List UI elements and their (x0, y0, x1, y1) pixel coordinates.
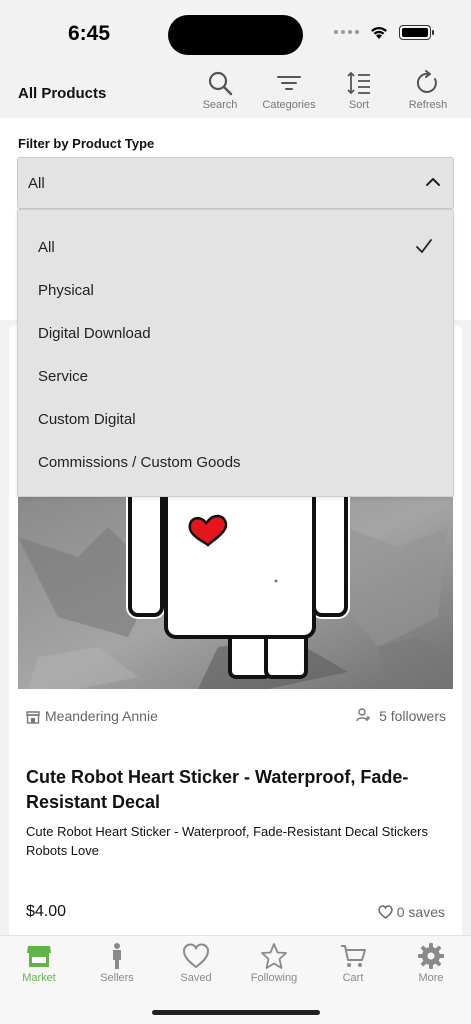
categories-icon (277, 76, 301, 90)
sort-label: Sort (348, 99, 370, 111)
search-icon (208, 71, 233, 96)
chevron-up-icon (426, 178, 440, 186)
signal-icon (334, 30, 359, 34)
app-header: All Products Search Categories Sort Refr… (0, 62, 471, 118)
status-time: 6:45 (68, 22, 111, 45)
search-label: Search (202, 99, 238, 111)
followers-count: 5 followers (356, 708, 446, 724)
select-value: All (28, 175, 45, 192)
heart-icon (182, 943, 210, 969)
followers-label: 5 followers (379, 708, 446, 724)
option-commissions[interactable]: Commissions / Custom Goods (18, 442, 453, 482)
save-button[interactable]: 0 saves (378, 904, 445, 920)
option-label: Commissions / Custom Goods (38, 454, 241, 471)
status-indicators (334, 24, 434, 40)
saves-count: 0 saves (396, 904, 445, 920)
option-label: Digital Download (38, 325, 151, 342)
categories-label: Categories (262, 99, 316, 111)
tab-label: Saved (180, 972, 212, 984)
seller-name[interactable]: Meandering Annie (45, 708, 158, 724)
checkmark-icon (416, 239, 432, 253)
status-bar: 6:45 (0, 0, 471, 62)
option-service[interactable]: Service (18, 356, 453, 396)
store-icon (26, 711, 40, 724)
seller-row: Meandering Annie 5 followers (26, 708, 446, 730)
search-button[interactable]: Search (188, 70, 252, 118)
heart-outline-icon (378, 905, 393, 919)
option-label: Service (38, 368, 89, 385)
tab-sellers[interactable]: Sellers (78, 942, 156, 992)
sellers-icon (113, 943, 121, 969)
option-label: Custom Digital (38, 411, 136, 428)
refresh-button[interactable]: Refresh (396, 70, 460, 118)
tab-more[interactable]: More (392, 942, 470, 992)
refresh-icon (416, 70, 437, 93)
wifi-icon (371, 27, 387, 39)
option-digital-download[interactable]: Digital Download (18, 313, 453, 353)
option-label: Physical (38, 282, 94, 299)
tab-saved[interactable]: Saved (157, 942, 235, 992)
option-all[interactable]: All (18, 227, 453, 267)
tab-cart[interactable]: Cart (314, 942, 392, 992)
product-description: Cute Robot Heart Sticker - Waterproof, F… (26, 824, 428, 858)
star-icon (261, 943, 287, 969)
page-title: All Products (18, 85, 107, 102)
home-indicator[interactable] (152, 1010, 320, 1015)
refresh-label: Refresh (408, 99, 448, 111)
tab-label: More (418, 972, 444, 984)
cart-icon (341, 945, 366, 967)
tab-label: Market (22, 972, 56, 984)
categories-button[interactable]: Categories (257, 70, 321, 118)
dynamic-island (168, 15, 303, 55)
market-icon (27, 946, 51, 967)
tab-following[interactable]: Following (235, 942, 313, 992)
sort-icon (347, 71, 370, 95)
tab-label: Following (250, 972, 298, 984)
product-title[interactable]: Cute Robot Heart Sticker - Waterproof, F… (26, 765, 446, 815)
product-type-select[interactable]: All (17, 157, 454, 209)
product-type-dropdown: All Physical Digital Download Service Cu… (17, 209, 454, 497)
battery-icon (399, 24, 434, 40)
option-custom-digital[interactable]: Custom Digital (18, 399, 453, 439)
sort-button[interactable]: Sort (327, 70, 391, 118)
gear-icon (418, 943, 444, 969)
product-price: $4.00 (26, 903, 67, 920)
tab-market[interactable]: Market (0, 942, 78, 992)
tab-label: Sellers (100, 972, 134, 984)
filter-label: Filter by Product Type (18, 136, 155, 151)
product-image[interactable] (18, 497, 453, 689)
tab-label: Cart (342, 972, 364, 984)
option-physical[interactable]: Physical (18, 270, 453, 310)
option-label: All (38, 239, 55, 256)
followers-icon (356, 708, 371, 722)
